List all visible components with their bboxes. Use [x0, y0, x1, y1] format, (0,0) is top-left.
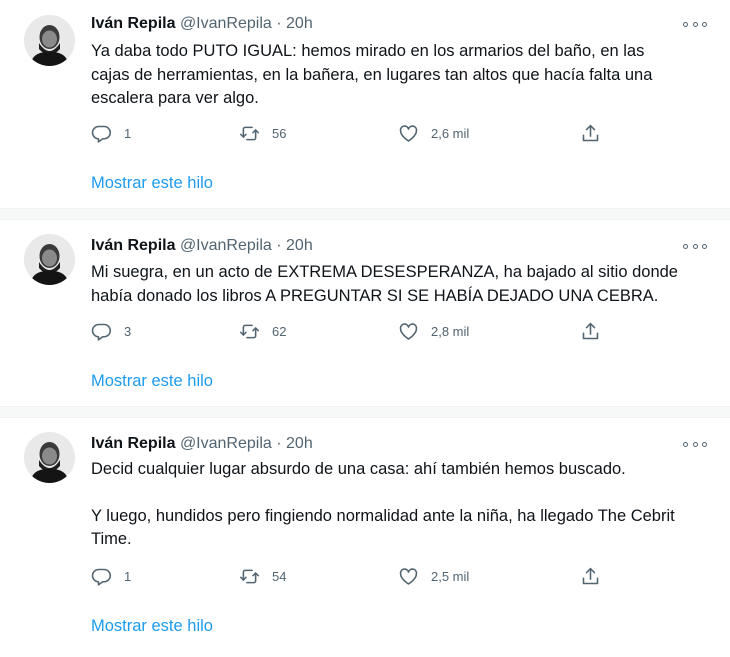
separator-dot: · [276, 15, 282, 32]
avatar[interactable] [24, 234, 75, 285]
tweet-feed: Iván Repila @IvanRepila · 20h Ya daba to… [0, 0, 730, 657]
tweet-actions: 1 56 2,6 mil [91, 121, 631, 145]
share-icon [582, 124, 599, 141]
author-handle[interactable]: @IvanRepila [180, 15, 272, 32]
reply-icon [91, 323, 112, 341]
tweet-paragraph: Decid cualquier lugar absurdo de una cas… [91, 460, 626, 478]
show-thread-link[interactable]: Mostrar este hilo [91, 173, 213, 193]
like-icon [399, 567, 418, 585]
avatar-image [24, 432, 75, 483]
separator-dot: · [276, 435, 282, 452]
retweet-button[interactable]: 56 [239, 121, 286, 145]
author-handle[interactable]: @IvanRepila [180, 237, 272, 254]
tweet-text: Decid cualquier lugar absurdo de una cas… [91, 458, 691, 552]
tweet-header: Iván Repila @IvanRepila · 20h [91, 14, 313, 34]
tweet-header: Iván Repila @IvanRepila · 20h [91, 434, 313, 454]
reply-icon [91, 125, 112, 143]
reply-count: 1 [124, 568, 132, 584]
reply-button[interactable]: 3 [91, 319, 131, 343]
tweet-time[interactable]: 20h [286, 237, 313, 254]
tweet-actions: 3 62 2,8 mil [91, 319, 631, 343]
share-icon [582, 322, 599, 339]
retweet-count: 62 [272, 323, 287, 339]
like-icon [399, 322, 418, 340]
reply-count: 1 [124, 125, 132, 141]
reply-button[interactable]: 1 [91, 121, 131, 145]
tweet-text: Mi suegra, en un acto de EXTREMA DESESPE… [91, 261, 711, 308]
avatar[interactable] [24, 15, 75, 66]
like-button[interactable]: 2,8 mil [398, 319, 469, 343]
like-button[interactable]: 2,5 mil [398, 564, 469, 588]
reply-icon [91, 568, 112, 586]
tweet-time[interactable]: 20h [286, 435, 313, 452]
tweet[interactable]: Iván Repila @IvanRepila · 20h Mi suegra,… [0, 220, 730, 406]
tweet-text-line: escalera para ver algo. [91, 89, 259, 107]
tweet-paragraph: Y luego, hundidos pero fingiendo normali… [91, 506, 675, 549]
tweet-text: Ya daba todo PUTO IGUAL: hemos mirado en… [91, 40, 711, 111]
retweet-button[interactable]: 62 [239, 319, 286, 343]
retweet-icon [239, 324, 260, 338]
tweet-text-line: cajas de herramientas, en la bañera, en … [91, 65, 653, 84]
retweet-icon [239, 569, 260, 583]
reply-count: 3 [124, 323, 132, 339]
more-icon[interactable] [683, 439, 707, 449]
share-icon [582, 567, 599, 584]
tweet-text-line: Ya daba todo PUTO IGUAL: hemos mirado en… [91, 42, 645, 60]
like-button[interactable]: 2,6 mil [398, 121, 469, 145]
reply-button[interactable]: 1 [91, 564, 131, 588]
like-count: 2,5 mil [431, 568, 470, 584]
retweet-button[interactable]: 54 [239, 564, 286, 588]
separator-dot: · [276, 237, 282, 254]
tweet-header: Iván Repila @IvanRepila · 20h [91, 236, 313, 256]
retweet-count: 56 [272, 125, 287, 141]
author-name[interactable]: Iván Repila [91, 15, 175, 32]
show-thread-link[interactable]: Mostrar este hilo [91, 371, 213, 391]
tweet[interactable]: Iván Repila @IvanRepila · 20h Decid cual… [0, 418, 730, 657]
tweet-separator [0, 208, 730, 220]
like-icon [399, 124, 418, 142]
share-button[interactable] [580, 319, 601, 343]
tweet[interactable]: Iván Repila @IvanRepila · 20h Ya daba to… [0, 0, 730, 208]
like-count: 2,6 mil [431, 125, 470, 141]
show-thread-link[interactable]: Mostrar este hilo [91, 616, 213, 636]
like-count: 2,8 mil [431, 323, 470, 339]
retweet-count: 54 [272, 568, 287, 584]
more-icon[interactable] [683, 241, 707, 251]
author-name[interactable]: Iván Repila [91, 237, 175, 254]
tweet-time[interactable]: 20h [286, 15, 313, 32]
share-button[interactable] [580, 121, 601, 145]
author-name[interactable]: Iván Repila [91, 435, 175, 452]
avatar-image [24, 15, 75, 66]
retweet-icon [239, 126, 260, 140]
tweet-separator [0, 406, 730, 418]
tweet-text-line: Mi suegra, en un acto de EXTREMA DESESPE… [91, 263, 678, 281]
avatar[interactable] [24, 432, 75, 483]
author-handle[interactable]: @IvanRepila [180, 435, 272, 452]
share-button[interactable] [580, 564, 601, 588]
avatar-image [24, 234, 75, 285]
more-icon[interactable] [683, 19, 707, 29]
tweet-text-line: había donado los libros A PREGUNTAR SI S… [91, 286, 659, 305]
tweet-actions: 1 54 2,5 mil [91, 564, 631, 588]
